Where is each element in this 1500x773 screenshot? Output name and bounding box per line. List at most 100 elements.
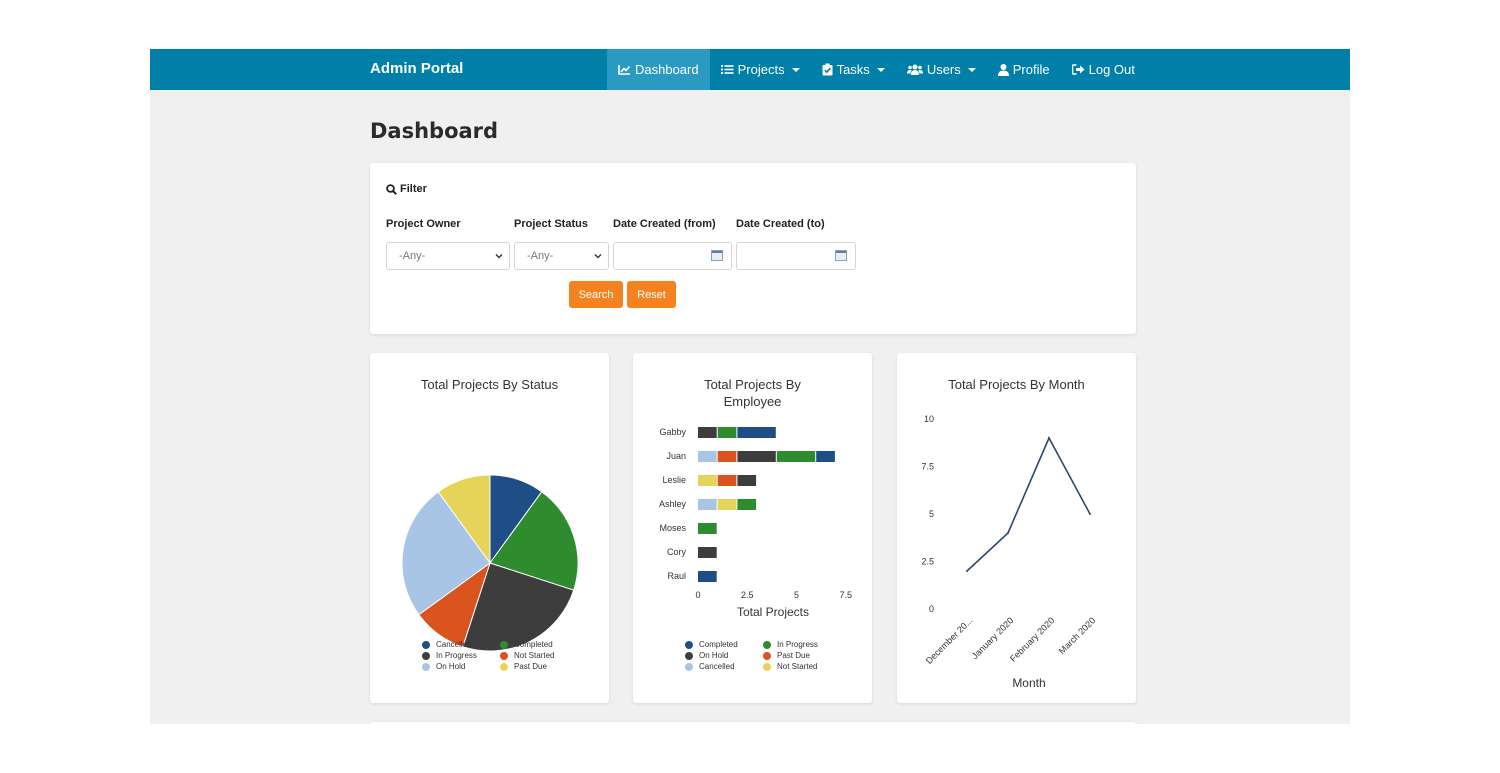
bar-segment-gabby-in-progress[interactable]	[717, 427, 737, 438]
legend-item-past-due[interactable]: Past Due	[763, 650, 833, 661]
bar-segment-gabby-completed[interactable]	[737, 427, 776, 438]
bar-segment-juan-past-due[interactable]	[717, 451, 737, 462]
month-chart-card: Total Projects By Month 0 2.5 5 7.5 10 Decemb…	[897, 353, 1136, 703]
sign-out-icon	[1071, 64, 1085, 75]
search-button[interactable]: Search	[569, 281, 623, 308]
bar-segment-leslie-not-started[interactable]	[698, 475, 717, 486]
bar-segment-juan-completed[interactable]	[816, 451, 835, 462]
bar-segment-leslie-past-due[interactable]	[717, 475, 737, 486]
y-tick-label: 10	[924, 414, 934, 424]
legend-swatch	[422, 651, 430, 660]
y-tick-label: 0	[929, 604, 934, 614]
project-owner-value: -Any-	[399, 250, 426, 262]
nav-label: Dashboard	[635, 62, 699, 77]
legend-item-cancelled[interactable]: Cancelled	[422, 639, 500, 650]
nav-label: Profile	[1012, 62, 1050, 77]
y-tick-label: Moses	[659, 523, 686, 533]
legend-item-in-progress[interactable]: In Progress	[763, 639, 833, 650]
line-point[interactable]	[966, 570, 968, 572]
nav-item-dashboard[interactable]: Dashboard	[607, 49, 710, 90]
chart-line-icon	[618, 65, 631, 75]
next-panel	[370, 722, 1136, 724]
legend-item-not-started[interactable]: Not Started	[763, 661, 833, 672]
nav-item-projects[interactable]: Projects	[710, 49, 811, 90]
legend-label: Cancelled	[436, 640, 472, 649]
nav-label: Projects	[737, 62, 785, 77]
legend-swatch	[763, 651, 771, 660]
project-owner-select[interactable]: -Any-	[386, 242, 510, 270]
caret-down-icon	[791, 67, 800, 72]
y-tick-label: 7.5	[921, 462, 934, 472]
date-to-input[interactable]	[736, 242, 856, 270]
legend-item-completed[interactable]: Completed	[500, 639, 570, 650]
y-tick-label: Cory	[667, 547, 687, 557]
bar-segment-ashley-not-started[interactable]	[717, 499, 737, 510]
legend-item-past-due[interactable]: Past Due	[500, 661, 570, 672]
legend-label: On Hold	[436, 662, 466, 671]
y-tick-label: 2.5	[921, 557, 934, 567]
line-chart: 0 2.5 5 7.5 10 December 20...January 2020Febr…	[921, 414, 1097, 690]
legend-item-completed[interactable]: Completed	[685, 639, 763, 650]
legend-item-on-hold[interactable]: On Hold	[685, 650, 763, 661]
y-tick-label: 5	[929, 509, 934, 519]
calendar-icon[interactable]	[835, 250, 847, 261]
date-to-label: Date Created (to)	[736, 218, 825, 230]
y-tick-label: Ashley	[659, 499, 687, 509]
bar-segment-juan-cancelled[interactable]	[698, 451, 717, 462]
search-icon	[386, 183, 397, 195]
filter-title: Filter	[400, 183, 427, 195]
line-series[interactable]	[966, 436, 1091, 572]
bar-segment-cory-on-hold[interactable]	[698, 547, 717, 558]
nav-item-tasks[interactable]: Tasks	[811, 49, 896, 90]
brand-title[interactable]: Admin Portal	[370, 60, 463, 77]
navbar: Admin Portal Dashboard Projects Tasks Us…	[150, 49, 1350, 90]
legend-label: Completed	[514, 640, 553, 649]
list-icon	[720, 65, 734, 74]
caret-down-icon	[876, 67, 885, 72]
legend-swatch	[763, 662, 771, 671]
legend-swatch	[685, 651, 693, 660]
bar-chart: Gabby Juan Leslie Ashley Moses Cory Raul 0 2.5 5 7…	[659, 427, 852, 619]
x-axis-label: Total Projects	[737, 605, 809, 619]
filter-heading: Filter	[386, 183, 427, 195]
page-title: Dashboard	[370, 119, 499, 143]
bar-segment-leslie-on-hold[interactable]	[737, 475, 757, 486]
bar-segment-gabby-on-hold[interactable]	[698, 427, 717, 438]
nav-item-users[interactable]: Users	[896, 49, 987, 90]
legend-label: On Hold	[699, 651, 729, 660]
y-tick-label: Raul	[667, 571, 686, 581]
bar-segment-raul-completed[interactable]	[698, 571, 717, 582]
project-status-select[interactable]: -Any-	[514, 242, 609, 270]
bar-segment-ashley-cancelled[interactable]	[698, 499, 717, 510]
calendar-icon[interactable]	[711, 250, 723, 261]
legend-label: In Progress	[777, 640, 818, 649]
bar-segment-juan-on-hold[interactable]	[737, 451, 776, 462]
project-status-value: -Any-	[527, 250, 554, 262]
legend-swatch	[500, 662, 508, 671]
legend-swatch	[685, 640, 693, 649]
status-chart-card: Total Projects By Status Cancelled Comple…	[370, 353, 609, 703]
bar-segment-moses-in-progress[interactable]	[698, 523, 717, 534]
legend-item-on-hold[interactable]: On Hold	[422, 661, 500, 672]
bar-segment-juan-in-progress[interactable]	[776, 451, 816, 462]
bar-segment-ashley-in-progress[interactable]	[737, 499, 757, 510]
reset-button[interactable]: Reset	[627, 281, 676, 308]
x-tick-label: 7.5	[839, 590, 852, 600]
date-from-input[interactable]	[613, 242, 732, 270]
employee-chart-card: Total Projects By Employee Gabby Juan Lesl…	[633, 353, 872, 703]
legend-label: Past Due	[514, 662, 547, 671]
nav-item-logout[interactable]: Log Out	[1061, 49, 1146, 90]
chart-title: Total Projects By Employee	[704, 377, 801, 409]
bar-legend: Completed In Progress On Hold Past Due Cance…	[685, 639, 833, 672]
line-point[interactable]	[1089, 513, 1091, 515]
line-point[interactable]	[1048, 437, 1050, 439]
line-point[interactable]	[1007, 532, 1009, 534]
legend-item-not-started[interactable]: Not Started	[500, 650, 570, 661]
nav-item-profile[interactable]: Profile	[987, 49, 1061, 90]
legend-swatch	[763, 640, 771, 649]
legend-item-in-progress[interactable]: In Progress	[422, 650, 500, 661]
x-axis-label: Month	[1012, 676, 1045, 690]
pie-legend: Cancelled Completed In Progress Not Started…	[422, 639, 570, 672]
legend-item-cancelled[interactable]: Cancelled	[685, 661, 763, 672]
date-from-label: Date Created (from)	[613, 218, 716, 230]
